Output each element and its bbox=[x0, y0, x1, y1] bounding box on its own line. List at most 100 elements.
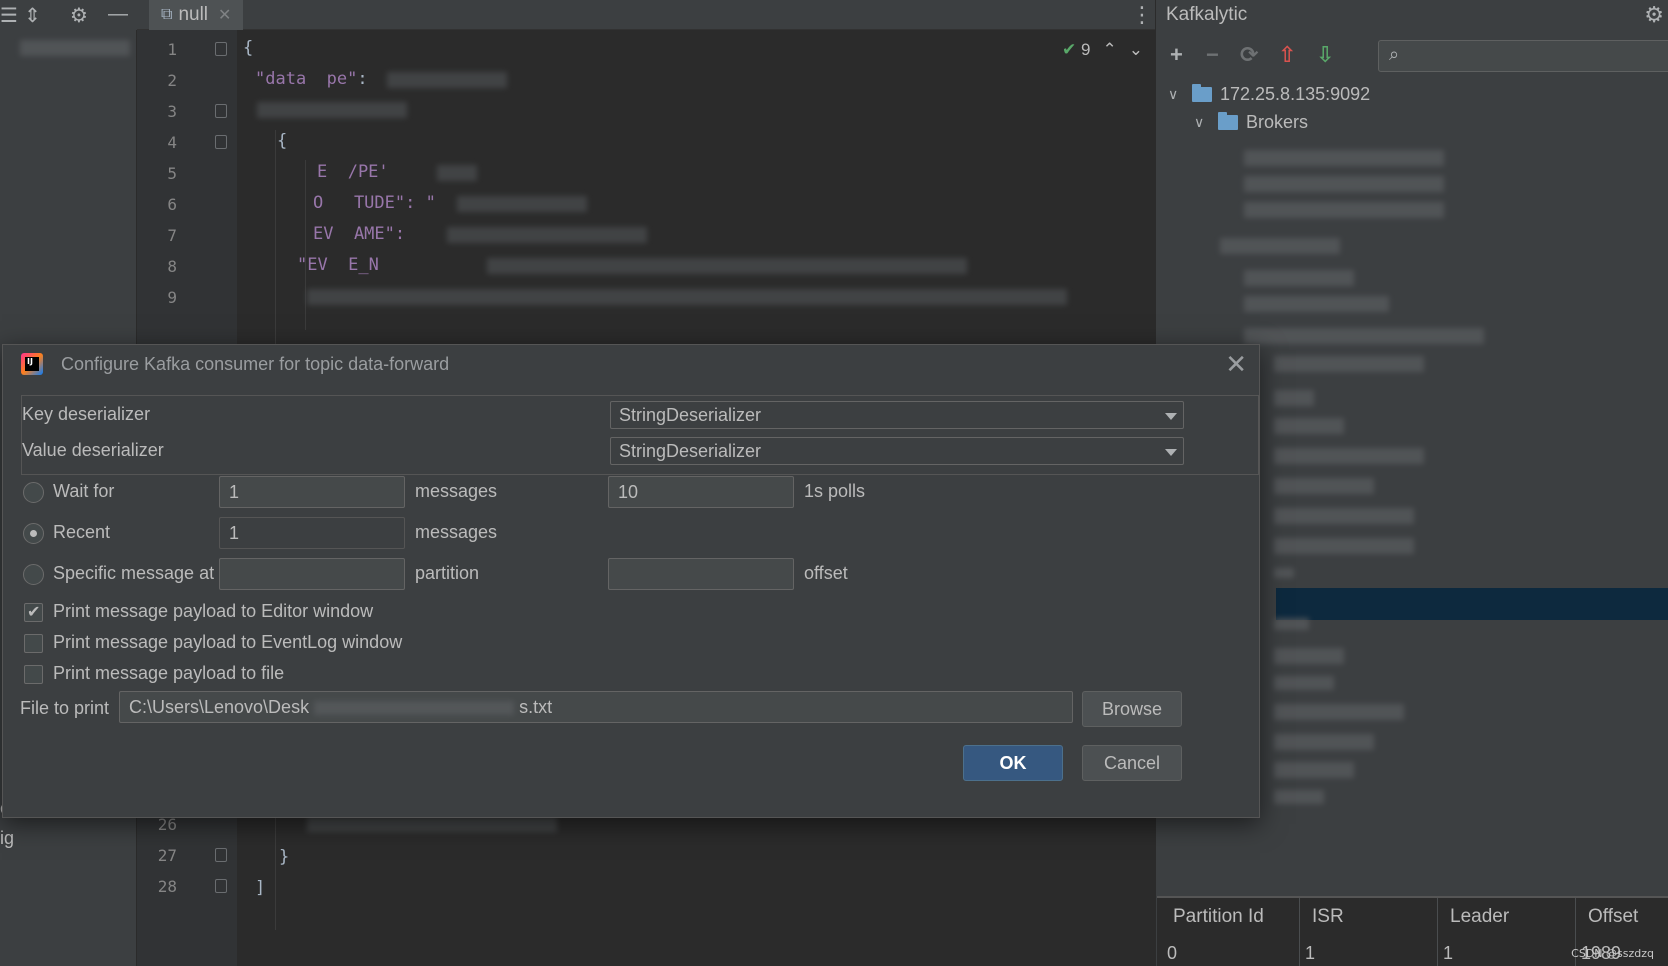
file-path-input[interactable]: C:\Users\Lenovo\Desk s.txt bbox=[119, 691, 1073, 723]
tab-null[interactable]: ⧉ null ✕ bbox=[149, 0, 244, 30]
select-value: StringDeserializer bbox=[619, 441, 762, 461]
blurred-code bbox=[447, 227, 647, 243]
watermark: CSDN @sszdzq bbox=[1571, 947, 1654, 960]
messages-label: messages bbox=[415, 481, 498, 501]
blurred-tree-item bbox=[1274, 790, 1324, 804]
fold-marker-icon[interactable] bbox=[215, 135, 227, 149]
tree-item-cluster[interactable]: ∨ 172.25.8.135:9092 bbox=[1168, 84, 1370, 105]
close-icon[interactable]: ✕ bbox=[1225, 349, 1247, 380]
tree-item-label: Brokers bbox=[1246, 112, 1309, 132]
wait-for-radio[interactable] bbox=[23, 482, 44, 503]
code-line: E /PE' bbox=[317, 162, 389, 182]
project-tree-item[interactable]: ig bbox=[0, 828, 14, 849]
tree-item-label: 172.25.8.135:9092 bbox=[1220, 84, 1371, 104]
code-line: EV AME": bbox=[313, 224, 406, 244]
project-toolbar: ☰ ⇕ ⚙ — bbox=[0, 0, 137, 30]
ok-button[interactable]: OK bbox=[963, 745, 1063, 781]
inspection-widget[interactable]: ✔ 9 ⌃ ⌄ bbox=[1062, 40, 1143, 60]
line-number: 4 bbox=[167, 133, 177, 152]
polls-label: 1s polls bbox=[804, 481, 866, 501]
blurred-tree-item bbox=[1274, 568, 1294, 578]
wait-for-label[interactable]: Wait for bbox=[53, 481, 114, 502]
refresh-icon[interactable]: ⟳ bbox=[1240, 42, 1258, 68]
chevron-down-icon[interactable]: ∨ bbox=[1194, 114, 1210, 131]
blurred-tree-item bbox=[1244, 270, 1354, 286]
column-header[interactable]: Partition Id bbox=[1173, 906, 1264, 928]
table-cell: 0 bbox=[1167, 943, 1178, 963]
chevron-up-icon[interactable]: ⌃ bbox=[1103, 40, 1117, 60]
print-editor-checkbox[interactable] bbox=[24, 602, 43, 622]
chevron-down-icon[interactable]: ⌄ bbox=[1129, 40, 1143, 60]
search-input[interactable]: ⌕ bbox=[1378, 40, 1668, 72]
blurred-tree-item bbox=[1274, 618, 1309, 630]
print-file-checkbox[interactable] bbox=[24, 665, 43, 684]
dialog-titlebar: IJ Configure Kafka consumer for topic da… bbox=[3, 345, 1259, 385]
fold-marker-icon[interactable] bbox=[215, 104, 227, 118]
add-icon[interactable]: + bbox=[1170, 42, 1183, 68]
blurred-tree-item bbox=[1274, 648, 1344, 664]
column-header[interactable]: Leader bbox=[1450, 906, 1509, 928]
collapse-all-icon[interactable]: ☰ bbox=[0, 3, 18, 28]
blurred-code bbox=[457, 196, 587, 212]
print-editor-label[interactable]: Print message payload to Editor window bbox=[53, 601, 373, 622]
print-eventlog-checkbox[interactable] bbox=[24, 634, 43, 653]
fold-marker-icon[interactable] bbox=[215, 848, 227, 862]
print-eventlog-label[interactable]: Print message payload to EventLog window bbox=[53, 632, 402, 653]
dialog-title: Configure Kafka consumer for topic data-… bbox=[61, 354, 450, 374]
line-number: 28 bbox=[157, 877, 177, 896]
recent-radio[interactable] bbox=[23, 523, 44, 544]
blurred-code bbox=[487, 258, 967, 274]
blurred-tree-item bbox=[1244, 328, 1484, 344]
blurred-tree-item bbox=[1244, 150, 1444, 166]
panel-title: Kafkalytic bbox=[1166, 4, 1248, 25]
blurred-tree-item bbox=[1274, 418, 1344, 434]
intellij-logo-icon: IJ bbox=[21, 353, 43, 375]
column-divider bbox=[1437, 898, 1438, 966]
blurred-tree-item bbox=[1274, 676, 1334, 690]
code-line: "data pe": bbox=[255, 69, 378, 89]
blurred-tree-item bbox=[20, 40, 130, 56]
line-number: 27 bbox=[157, 846, 177, 865]
file-to-print-label: File to print bbox=[20, 698, 110, 718]
column-header[interactable]: Offset bbox=[1588, 906, 1638, 928]
column-header[interactable]: ISR bbox=[1312, 906, 1344, 928]
blurred-tree-item bbox=[1244, 202, 1444, 218]
download-icon[interactable]: ⇩ bbox=[1316, 42, 1334, 68]
partition-input[interactable] bbox=[219, 558, 405, 590]
blurred-tree-item bbox=[1220, 238, 1340, 254]
dropdown-arrow-icon bbox=[1165, 449, 1177, 456]
browse-button[interactable]: Browse bbox=[1082, 691, 1182, 727]
blurred-tree-item bbox=[1274, 390, 1314, 406]
fold-marker-icon[interactable] bbox=[215, 42, 227, 56]
tree-item-brokers[interactable]: ∨ Brokers bbox=[1194, 112, 1308, 133]
print-file-label[interactable]: Print message payload to file bbox=[53, 663, 284, 684]
value-deserializer-select[interactable]: StringDeserializer bbox=[610, 437, 1184, 465]
remove-icon[interactable]: − bbox=[1206, 42, 1219, 68]
polls-input[interactable]: 10 bbox=[608, 476, 794, 508]
gear-icon[interactable]: ⚙ bbox=[70, 3, 88, 28]
recent-label[interactable]: Recent bbox=[53, 522, 110, 543]
expand-collapse-icon[interactable]: ⇕ bbox=[24, 3, 41, 28]
gear-icon[interactable]: ⚙ bbox=[1644, 2, 1664, 28]
close-tab-icon[interactable]: ✕ bbox=[218, 5, 231, 25]
specific-message-radio[interactable] bbox=[23, 564, 44, 585]
wait-for-messages-input[interactable]: 1 bbox=[219, 476, 405, 508]
minimize-icon[interactable]: — bbox=[108, 3, 128, 26]
blurred-tree-item bbox=[1274, 448, 1424, 464]
cancel-button[interactable]: Cancel bbox=[1082, 745, 1182, 781]
blurred-path bbox=[314, 701, 515, 716]
specific-message-label[interactable]: Specific message at bbox=[53, 563, 214, 584]
upload-icon[interactable]: ⇧ bbox=[1278, 42, 1296, 68]
chevron-down-icon[interactable]: ∨ bbox=[1168, 86, 1184, 103]
column-divider bbox=[1299, 898, 1300, 966]
blurred-tree-item bbox=[1274, 478, 1374, 494]
key-deserializer-select[interactable]: StringDeserializer bbox=[610, 401, 1184, 429]
fold-marker-icon[interactable] bbox=[215, 879, 227, 893]
offset-input[interactable] bbox=[608, 558, 794, 590]
more-options-icon[interactable]: ⋮ bbox=[1129, 2, 1155, 28]
selected-tree-row[interactable] bbox=[1276, 588, 1668, 620]
json-file-icon: ⧉ bbox=[161, 6, 173, 23]
line-number: 2 bbox=[167, 71, 177, 90]
recent-messages-input[interactable]: 1 bbox=[219, 517, 405, 549]
blurred-code bbox=[307, 816, 557, 832]
